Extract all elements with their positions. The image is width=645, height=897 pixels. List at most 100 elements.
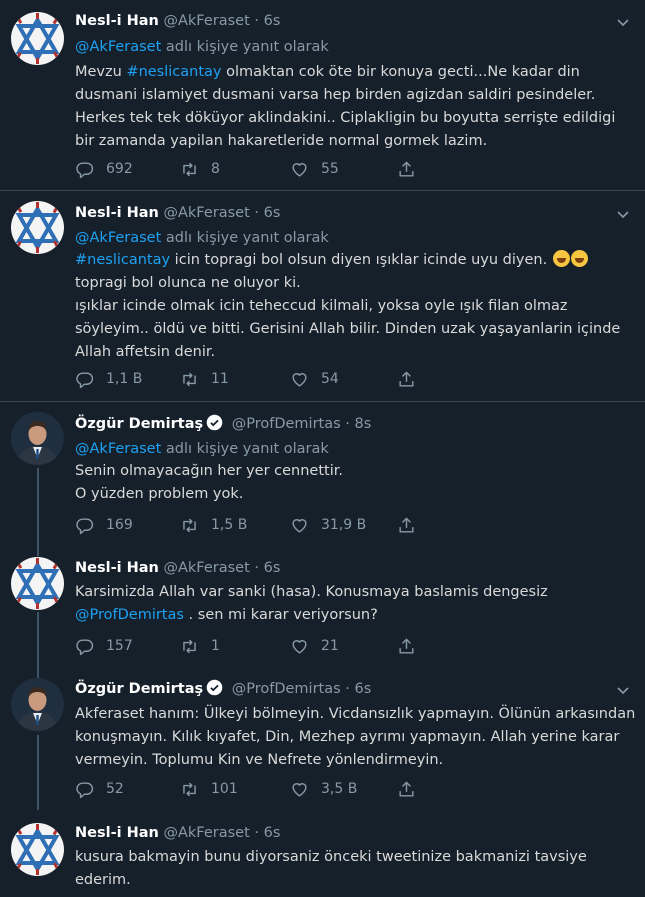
- text-line: söyleyim.. öldü ve bitti. Gerisini Allah…: [75, 321, 621, 337]
- heart-icon: [292, 518, 307, 533]
- share-button[interactable]: [397, 369, 428, 389]
- text-line: #neslicantay icin topragi bol olsun diye…: [75, 249, 615, 272]
- reply-button[interactable]: 692: [75, 159, 133, 179]
- like-count: 31,9 B: [321, 517, 367, 533]
- retweet-button[interactable]: 101: [180, 779, 238, 799]
- display-name[interactable]: Nesl-i Han: [75, 825, 159, 841]
- tweet-header: Nesl-i Han @AkFeraset · 6s: [75, 558, 280, 578]
- chevron-down-icon[interactable]: [615, 682, 631, 698]
- like-button[interactable]: 55: [290, 159, 339, 179]
- like-count: 54: [321, 371, 339, 387]
- retweet-count: 1,5 B: [211, 517, 248, 533]
- reply-icon: [76, 517, 94, 534]
- tweet-text: Senin olmayacağın her yer cennettir. O y…: [75, 460, 615, 506]
- user-handle[interactable]: @AkFeraset: [163, 825, 249, 841]
- text-line: Allah affetsin denir.: [75, 344, 216, 360]
- share-button[interactable]: [397, 159, 428, 179]
- user-handle[interactable]: @ProfDemirtas: [232, 416, 341, 432]
- timestamp[interactable]: 6s: [264, 13, 281, 29]
- share-icon: [399, 638, 414, 654]
- heart-icon: [292, 162, 307, 177]
- reply-icon: [76, 638, 94, 655]
- mention-link[interactable]: @ProfDemirtas: [75, 607, 184, 623]
- avatar[interactable]: [11, 412, 64, 465]
- text-line: kusura bakmayin bunu diyorsaniz önceki t…: [75, 849, 587, 865]
- reply-button[interactable]: 169: [75, 515, 133, 535]
- verified-badge-icon: [206, 414, 223, 431]
- reply-button[interactable]: 52: [75, 779, 124, 799]
- like-button[interactable]: 21: [290, 636, 339, 656]
- tweet-actions: 157 1 21: [75, 636, 475, 656]
- avatar[interactable]: [11, 12, 64, 65]
- reply-button[interactable]: 1,1 B: [75, 369, 142, 389]
- text-line: topragi bol olunca ne oluyor ki.: [75, 275, 301, 291]
- retweet-count: 11: [211, 371, 229, 387]
- reply-button[interactable]: 157: [75, 636, 133, 656]
- reply-to-link[interactable]: @AkFeraset: [75, 230, 161, 246]
- user-handle[interactable]: @AkFeraset: [163, 205, 249, 221]
- separator-dot: ·: [254, 205, 259, 221]
- text-line: Mevzu #neslicantay olmaktan cok öte bir …: [75, 64, 580, 80]
- timestamp[interactable]: 6s: [355, 681, 372, 697]
- retweet-icon: [183, 162, 196, 176]
- text-line: @ProfDemirtas . sen mi karar veriyorsun?: [75, 607, 378, 623]
- retweet-button[interactable]: 1: [180, 636, 220, 656]
- display-name[interactable]: Özgür Demirtaş: [75, 416, 203, 432]
- like-button[interactable]: 54: [290, 369, 339, 389]
- chevron-down-icon[interactable]: [615, 206, 631, 222]
- tweet-text: Akferaset hanım: Ülkeyi bölmeyin. Vicdan…: [75, 703, 635, 772]
- retweet-count: 8: [211, 161, 220, 177]
- hashtag-link[interactable]: #neslicantay: [75, 252, 170, 268]
- heart-icon: [292, 782, 307, 797]
- timestamp[interactable]: 6s: [264, 560, 281, 576]
- reply-to-link[interactable]: @AkFeraset: [75, 441, 161, 457]
- display-name[interactable]: Nesl-i Han: [75, 560, 159, 576]
- display-name[interactable]: Nesl-i Han: [75, 205, 159, 221]
- text-line: Senin olmayacağın her yer cennettir.: [75, 463, 343, 479]
- retweet-button[interactable]: 11: [180, 369, 229, 389]
- reply-count: 692: [106, 161, 133, 177]
- timestamp[interactable]: 6s: [264, 205, 281, 221]
- avatar[interactable]: [11, 823, 64, 876]
- tweet-4[interactable]: Nesl-i Han @AkFeraset · 6s Karsimizda Al…: [0, 546, 645, 666]
- reply-context: @AkFeraset adlı kişiye yanıt olarak: [75, 36, 329, 58]
- separator-dot: ·: [345, 681, 350, 697]
- tweet-5[interactable]: Özgür Demirtaş @ProfDemirtas · 6s Akfera…: [0, 668, 645, 810]
- like-button[interactable]: 31,9 B: [290, 515, 366, 535]
- tweet-text: #neslicantay icin topragi bol olsun diye…: [75, 249, 621, 364]
- avatar[interactable]: [11, 201, 64, 254]
- display-name[interactable]: Özgür Demirtaş: [75, 681, 203, 697]
- user-handle[interactable]: @ProfDemirtas: [232, 681, 341, 697]
- timestamp[interactable]: 8s: [355, 416, 372, 432]
- like-button[interactable]: 3,5 B: [290, 779, 357, 799]
- tears-of-joy-emoji-icon: [570, 250, 588, 267]
- timestamp[interactable]: 6s: [264, 825, 281, 841]
- share-button[interactable]: [397, 636, 428, 656]
- tears-of-joy-emoji-icon: [552, 250, 570, 267]
- share-button[interactable]: [397, 779, 428, 799]
- tweet-6[interactable]: Nesl-i Han @AkFeraset · 6s kusura bakmay…: [0, 812, 645, 897]
- text-line: Karsimizda Allah var sanki (hasa). Konus…: [75, 584, 548, 600]
- display-name[interactable]: Nesl-i Han: [75, 13, 159, 29]
- text-line: ederim.: [75, 872, 131, 888]
- retweet-button[interactable]: 1,5 B: [180, 515, 247, 535]
- reply-to-link[interactable]: @AkFeraset: [75, 39, 161, 55]
- tweet-header: Özgür Demirtaş @ProfDemirtas · 8s: [75, 414, 371, 434]
- avatar[interactable]: [11, 557, 64, 610]
- retweet-button[interactable]: 8: [180, 159, 220, 179]
- text-line: konuşmayın. Kılık kıyafet, Din, Mezhep a…: [75, 729, 620, 745]
- reply-icon: [76, 161, 94, 178]
- text-line: ışıklar icinde olmak icin teheccud kilma…: [75, 298, 568, 314]
- user-handle[interactable]: @AkFeraset: [163, 13, 249, 29]
- hashtag-link[interactable]: #neslicantay: [126, 64, 221, 80]
- tweet-2[interactable]: Nesl-i Han @AkFeraset · 6s @AkFeraset ad…: [0, 191, 645, 401]
- share-icon: [399, 161, 414, 177]
- share-button[interactable]: [397, 515, 428, 535]
- reply-count: 169: [106, 517, 133, 533]
- tweet-3[interactable]: Özgür Demirtaş @ProfDemirtas · 8s @AkFer…: [0, 402, 645, 544]
- user-handle[interactable]: @AkFeraset: [163, 560, 249, 576]
- chevron-down-icon[interactable]: [615, 14, 631, 30]
- like-count: 3,5 B: [321, 781, 358, 797]
- avatar[interactable]: [11, 678, 64, 731]
- tweet-1[interactable]: Nesl-i Han @AkFeraset · 6s @AkFeraset ad…: [0, 0, 645, 190]
